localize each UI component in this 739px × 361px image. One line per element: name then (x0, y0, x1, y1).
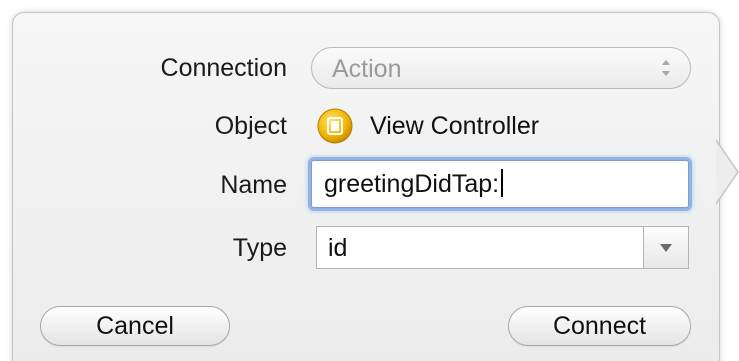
type-label: Type (232, 234, 287, 262)
object-label: Object (214, 112, 287, 140)
chevron-down-icon (660, 244, 672, 252)
name-input[interactable]: greetingDidTap: (311, 160, 689, 208)
text-caret (501, 169, 503, 197)
type-dropdown-button[interactable] (643, 227, 688, 268)
connection-popover-stage: Connection Action Object View Controller… (0, 0, 739, 361)
name-input-value: greetingDidTap: (324, 170, 500, 198)
object-value: View Controller (370, 112, 540, 140)
connection-popup[interactable]: Action (311, 47, 691, 89)
connection-label: Connection (160, 54, 287, 82)
name-label: Name (220, 171, 287, 199)
cancel-button[interactable]: Cancel (40, 306, 230, 346)
connection-popup-value: Action (332, 55, 402, 83)
type-combo-box[interactable]: id (316, 226, 689, 269)
connect-button[interactable]: Connect (508, 306, 691, 346)
view-controller-icon (317, 108, 353, 144)
type-combo-value: id (328, 234, 348, 262)
up-down-arrows-icon (660, 57, 672, 79)
